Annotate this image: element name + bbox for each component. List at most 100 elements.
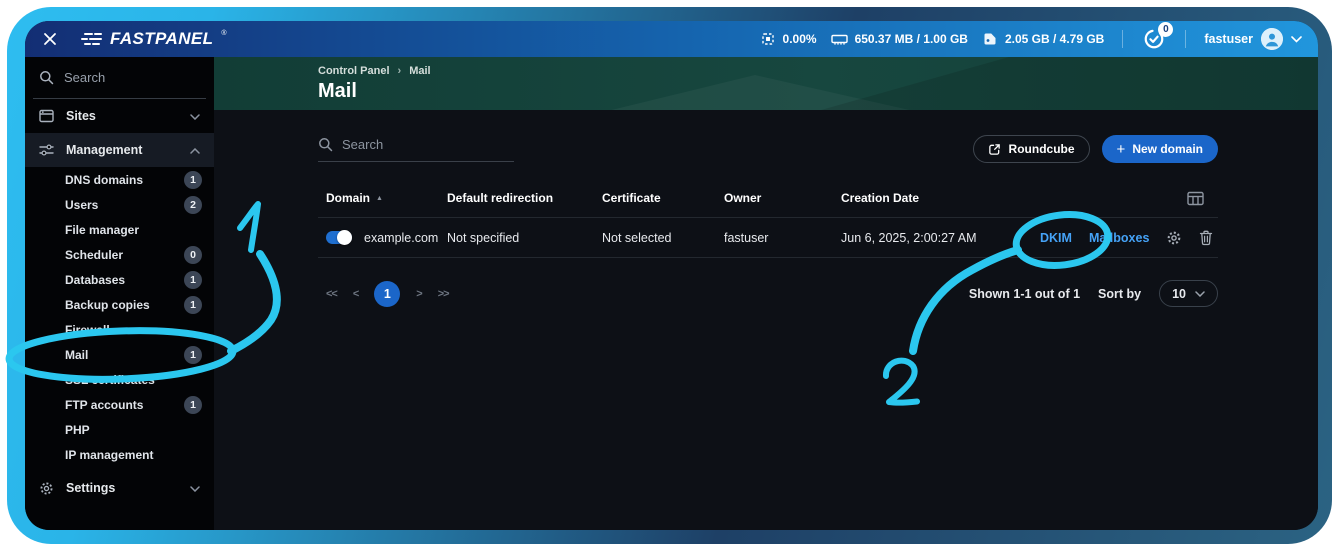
sidebar-item-ftp-accounts[interactable]: FTP accounts 1 xyxy=(25,392,214,417)
app-window: FASTPANEL® 0.00% 650.37 MB / 1.00 GB xyxy=(25,21,1318,530)
management-icon xyxy=(39,143,54,157)
sidebar-item-dns-domains[interactable]: DNS domains 1 xyxy=(25,167,214,192)
dkim-link[interactable]: DKIM xyxy=(1040,231,1072,245)
logo-text: FASTPANEL xyxy=(110,29,213,49)
new-domain-label: New domain xyxy=(1132,142,1203,156)
sidebar-item-mail[interactable]: Mail1 xyxy=(25,342,214,367)
domains-table: Domain▲ Default redirection Certificate … xyxy=(318,185,1218,258)
fastpanel-logo: FASTPANEL ® xyxy=(81,29,227,49)
topbar-stats: 0.00% 650.37 MB / 1.00 GB 2.05 GB / 4.79… xyxy=(760,26,1302,52)
sidebar-item-ssl-certificates[interactable]: SSL certificates xyxy=(25,367,214,392)
sidebar-item-label: SSL certificates xyxy=(65,373,155,387)
page-size-select[interactable]: 10 xyxy=(1159,280,1218,307)
notifications-button[interactable]: 0 xyxy=(1141,26,1167,52)
sidebar-item-sites[interactable]: Sites xyxy=(25,99,214,133)
column-header-creation-date[interactable]: Creation Date xyxy=(841,191,1040,205)
chevron-down-icon xyxy=(190,481,200,495)
topbar: FASTPANEL® 0.00% 650.37 MB / 1.00 GB xyxy=(25,21,1318,57)
sidebar-item-label: FTP accounts xyxy=(65,398,143,412)
roundcube-label: Roundcube xyxy=(1009,142,1075,156)
new-domain-button[interactable]: + New domain xyxy=(1102,135,1218,163)
column-header-certificate[interactable]: Certificate xyxy=(602,191,724,205)
sidebar-item-file-manager[interactable]: File manager xyxy=(25,217,214,242)
disk-value: 2.05 GB / 4.79 GB xyxy=(1005,32,1104,46)
main-area: Control Panel › Mail Mail xyxy=(214,57,1318,530)
sidebar-item-php[interactable]: PHP xyxy=(25,417,214,442)
count-badge: 1 xyxy=(184,346,202,364)
mailboxes-link[interactable]: Mailboxes xyxy=(1089,231,1149,245)
sidebar-item-databases[interactable]: Databases1 xyxy=(25,267,214,292)
username: fastuser xyxy=(1204,32,1253,46)
column-header-owner[interactable]: Owner xyxy=(724,191,841,205)
sidebar-item-label: Sites xyxy=(66,109,96,123)
topbar-divider xyxy=(1185,30,1186,48)
sidebar: Sites Management DNS domains 1 Users2 xyxy=(25,57,214,530)
breadcrumb-mail: Mail xyxy=(409,65,430,77)
sort-asc-icon: ▲ xyxy=(376,195,383,202)
sidebar-item-ip-management[interactable]: IP management xyxy=(25,442,214,467)
sidebar-item-settings[interactable]: Settings xyxy=(25,471,214,505)
page-number-button[interactable]: 1 xyxy=(374,281,400,307)
sidebar-item-label: Settings xyxy=(66,481,115,495)
next-page-button[interactable]: > xyxy=(416,288,421,300)
sidebar-item-label: IP management xyxy=(65,448,153,462)
last-page-button[interactable]: >> xyxy=(438,288,449,300)
breadcrumb-control-panel[interactable]: Control Panel xyxy=(318,65,390,77)
first-page-button[interactable]: << xyxy=(326,288,337,300)
creation-date-cell: Jun 6, 2025, 2:00:27 AM xyxy=(841,231,1040,245)
plus-icon: + xyxy=(1117,142,1126,157)
table-search-input[interactable] xyxy=(342,137,492,152)
domain-enabled-toggle[interactable] xyxy=(326,231,352,244)
notifications-count-badge: 0 xyxy=(1158,22,1173,37)
cpu-value: 0.00% xyxy=(783,32,817,46)
search-icon xyxy=(39,70,54,85)
domain-name[interactable]: example.com xyxy=(364,231,438,245)
sidebar-item-label: Backup copies xyxy=(65,298,150,312)
sites-icon xyxy=(39,109,54,123)
sidebar-item-management[interactable]: Management xyxy=(25,133,214,167)
count-badge: 1 xyxy=(184,396,202,414)
sidebar-item-firewall[interactable]: Firewall xyxy=(25,317,214,342)
trash-icon[interactable] xyxy=(1199,230,1213,246)
ram-icon xyxy=(831,32,848,47)
table-row: example.com Not specified Not selected f… xyxy=(318,218,1218,258)
breadcrumb: Control Panel › Mail xyxy=(318,65,1318,77)
toggle-knob xyxy=(337,230,352,245)
sidebar-item-label: DNS domains xyxy=(65,173,143,187)
sidebar-item-users[interactable]: Users2 xyxy=(25,192,214,217)
app-body: Sites Management DNS domains 1 Users2 xyxy=(25,57,1318,530)
logo-registered-mark: ® xyxy=(221,30,226,37)
column-settings-icon[interactable] xyxy=(1187,191,1218,206)
shown-count-label: Shown 1-1 out of 1 xyxy=(969,287,1080,301)
column-header-default-redirection[interactable]: Default redirection xyxy=(447,191,602,205)
gear-icon xyxy=(39,481,54,496)
user-menu[interactable]: fastuser xyxy=(1204,28,1302,50)
chevron-down-icon xyxy=(190,109,200,123)
sort-by-label: Sort by xyxy=(1098,287,1141,301)
count-badge: 1 xyxy=(184,171,202,189)
redirection-cell: Not specified xyxy=(447,231,602,245)
sidebar-item-backup-copies[interactable]: Backup copies 1 xyxy=(25,292,214,317)
count-badge: 1 xyxy=(184,296,202,314)
prev-page-button[interactable]: < xyxy=(353,288,358,300)
sidebar-item-label: Scheduler xyxy=(65,248,123,262)
close-icon[interactable] xyxy=(39,28,61,50)
sidebar-item-label: Firewall xyxy=(65,323,110,337)
gear-icon[interactable] xyxy=(1166,230,1182,246)
sidebar-search[interactable] xyxy=(33,57,206,99)
column-header-domain[interactable]: Domain▲ xyxy=(326,191,447,205)
roundcube-button[interactable]: Roundcube xyxy=(973,135,1090,163)
row-actions: DKIM Mailboxes xyxy=(1040,230,1218,246)
content: Roundcube + New domain Domain▲ Defa xyxy=(214,110,1318,530)
screenshot-canvas: FASTPANEL® 0.00% 650.37 MB / 1.00 GB xyxy=(0,0,1340,551)
page-header: Control Panel › Mail Mail xyxy=(214,57,1318,110)
table-search[interactable] xyxy=(318,137,514,162)
sidebar-item-label: Databases xyxy=(65,273,125,287)
page-title: Mail xyxy=(318,80,1318,103)
sidebar-search-input[interactable] xyxy=(64,70,174,85)
topbar-divider xyxy=(1122,30,1123,48)
sidebar-item-label: Management xyxy=(66,143,142,157)
certificate-cell: Not selected xyxy=(602,231,724,245)
page-size-value: 10 xyxy=(1172,287,1186,301)
sidebar-item-scheduler[interactable]: Scheduler0 xyxy=(25,242,214,267)
